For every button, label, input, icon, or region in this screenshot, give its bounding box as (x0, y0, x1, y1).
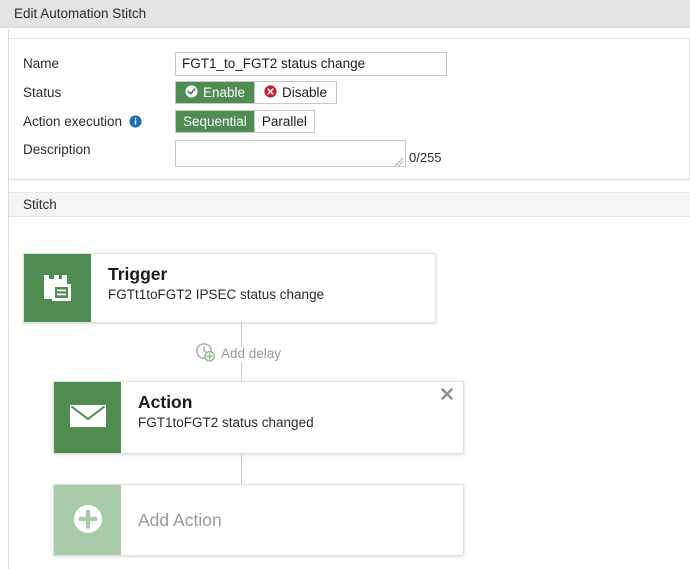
trigger-card-body: Trigger FGTt1toFGT2 IPSEC status change (91, 254, 435, 322)
status-segmented-control: Enable Disable (175, 81, 337, 104)
form-row-description: Description 0/255 (9, 136, 689, 169)
action-execution-sequential-button[interactable]: Sequential (176, 111, 254, 132)
form-row-name: Name (9, 49, 689, 78)
stitch-section-label: Stitch (23, 197, 57, 212)
sequential-label: Sequential (183, 114, 247, 129)
name-label: Name (23, 56, 175, 71)
trigger-icon-area (24, 254, 91, 322)
action-card-body: Action FGT1toFGT2 status changed (121, 382, 463, 453)
connector-action-to-add-action (241, 454, 242, 485)
status-control: Enable Disable (175, 81, 337, 104)
trigger-card[interactable]: Trigger FGTt1toFGT2 IPSEC status change (23, 253, 436, 323)
add-delay-label: Add delay (221, 346, 281, 361)
description-label: Description (23, 140, 175, 157)
description-textarea[interactable] (176, 141, 405, 166)
stitch-flow-canvas: Trigger FGTt1toFGT2 IPSEC status change … (9, 218, 690, 569)
add-action-title: Add Action (138, 510, 222, 530)
description-control: 0/255 (175, 140, 442, 167)
action-title: Action (138, 392, 449, 412)
action-execution-parallel-button[interactable]: Parallel (254, 111, 314, 132)
add-action-icon-area (54, 485, 121, 555)
resize-grip-icon[interactable] (394, 155, 404, 165)
clock-plus-icon (195, 342, 215, 365)
action-execution-label: Action execution (23, 114, 122, 129)
add-action-card[interactable]: Add Action (53, 484, 464, 556)
action-execution-label-wrap: Action execution (23, 114, 175, 129)
plus-circle-icon (70, 501, 106, 540)
trigger-subtitle: FGTt1toFGT2 IPSEC status change (108, 287, 421, 302)
action-execution-control: Sequential Parallel (175, 110, 315, 133)
description-char-counter: 0/255 (409, 151, 442, 167)
action-icon-area (54, 382, 121, 453)
window-title: Edit Automation Stitch (14, 6, 146, 21)
add-delay-button[interactable]: Add delay (195, 342, 281, 365)
form-row-status: Status Enable (9, 78, 689, 107)
action-execution-segmented-control: Sequential Parallel (175, 110, 315, 133)
window-titlebar: Edit Automation Stitch (0, 0, 690, 28)
calendar-event-icon (41, 270, 75, 307)
envelope-icon (68, 401, 108, 434)
dialog-body: Name Status Enable (0, 29, 690, 569)
form-row-action-execution: Action execution Sequential Parallel (9, 107, 689, 136)
name-control (175, 52, 447, 76)
name-input[interactable] (175, 52, 447, 76)
status-enable-button[interactable]: Enable (176, 82, 254, 103)
parallel-label: Parallel (262, 114, 307, 129)
status-disable-button[interactable]: Disable (254, 82, 336, 103)
stitch-section-header: Stitch (9, 192, 690, 217)
status-disable-label: Disable (282, 85, 327, 100)
status-label: Status (23, 85, 175, 100)
add-action-card-body: Add Action (121, 485, 463, 555)
action-subtitle: FGT1toFGT2 status changed (138, 415, 449, 430)
settings-form: Name Status Enable (9, 38, 690, 180)
x-circle-icon (264, 85, 277, 101)
close-icon[interactable] (440, 387, 454, 401)
check-circle-icon (185, 85, 198, 101)
trigger-title: Trigger (108, 264, 421, 284)
description-textarea-wrap (175, 140, 406, 167)
info-icon[interactable] (129, 115, 142, 128)
status-enable-label: Enable (203, 85, 245, 100)
action-card[interactable]: Action FGT1toFGT2 status changed (53, 381, 464, 454)
